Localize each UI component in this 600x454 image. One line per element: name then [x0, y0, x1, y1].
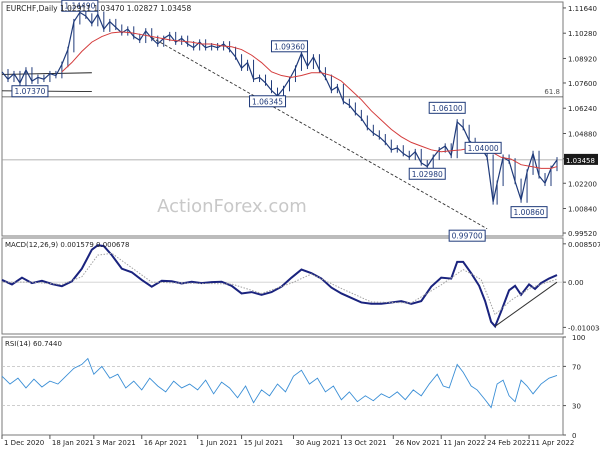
macd-y-tick-label: 0.00	[568, 279, 584, 287]
macd-line	[1, 244, 558, 329]
chart-container: ActionForex.com 1.11640 1.10280 1.08920 1.07…	[0, 0, 600, 450]
annotation-label: 1.07370	[14, 87, 45, 96]
annotation-label: 0.99700	[452, 232, 483, 241]
price-y-tick-label: 1.07600	[568, 80, 597, 88]
x-tick-label: 15 Jul 2021	[244, 439, 284, 447]
price-y-tick-label: 1.10280	[568, 30, 597, 38]
x-tick-label: 26 Nov 2021	[395, 439, 440, 447]
price-y-tick-label: 0.99520	[568, 230, 597, 238]
price-y-tick-label: 1.00840	[568, 206, 597, 214]
annotation-label: 1.06100	[432, 104, 463, 113]
price-y-tick-label: 1.11640	[568, 5, 597, 13]
macd-y-tick-label: 0.008507	[568, 241, 600, 249]
annotation-label: 1.00860	[514, 208, 545, 217]
x-tick-label: 3 Mar 2021	[96, 439, 136, 447]
macd-y-tick-label: -0.010034	[568, 324, 600, 332]
rsi-y-tick-label: 100	[572, 334, 585, 342]
rsi-title: RSI(14) 60.7440	[5, 340, 62, 348]
price-title: EURCHF,Daily 1.02911 1.03470 1.02827 1.0…	[6, 4, 191, 13]
price-y-tick-label: 1.08920	[568, 55, 597, 63]
x-tick-label: 24 Feb 2022	[487, 439, 531, 447]
fib-618-label: 61.8	[544, 88, 560, 96]
watermark-text: ActionForex.com	[157, 196, 307, 217]
x-tick-label: 13 Oct 2021	[343, 439, 386, 447]
x-tick-label: 16 Apr 2021	[144, 439, 187, 447]
channel-line-upper	[1, 72, 92, 75]
macd-title: MACD(12,26,9) 0.001579 0.000678	[5, 241, 129, 249]
x-tick-label: 30 Aug 2021	[295, 439, 340, 447]
x-tick-label: 11 Apr 2022	[531, 439, 574, 447]
x-tick-label: 1 Jun 2021	[200, 439, 238, 447]
x-tick-label: 11 Jan 2022	[443, 439, 485, 447]
annotation-label: 1.09360	[274, 42, 305, 51]
price-y-tick-label: 1.02200	[568, 180, 597, 188]
last-price-label: 1.03458	[566, 157, 595, 165]
rsi-line	[1, 357, 558, 409]
x-tick-label: 1 Dec 2020	[4, 439, 44, 447]
chart-svg: ActionForex.com 1.11640 1.10280 1.08920 1.07…	[1, 0, 600, 447]
annotation-label: 1.04000	[468, 144, 499, 153]
rsi-y-tick-label: 30	[572, 403, 581, 411]
annotation-label: 1.06345	[252, 97, 283, 106]
rsi-y-tick-label: 70	[572, 363, 581, 371]
annotation-label: 1.02980	[412, 170, 443, 179]
price-y-tick-label: 1.06240	[568, 105, 597, 113]
x-tick-label: 18 Jan 2021	[52, 439, 94, 447]
price-y-tick-label: 1.04880	[568, 130, 597, 138]
panel-frame-rsi	[1, 336, 564, 436]
